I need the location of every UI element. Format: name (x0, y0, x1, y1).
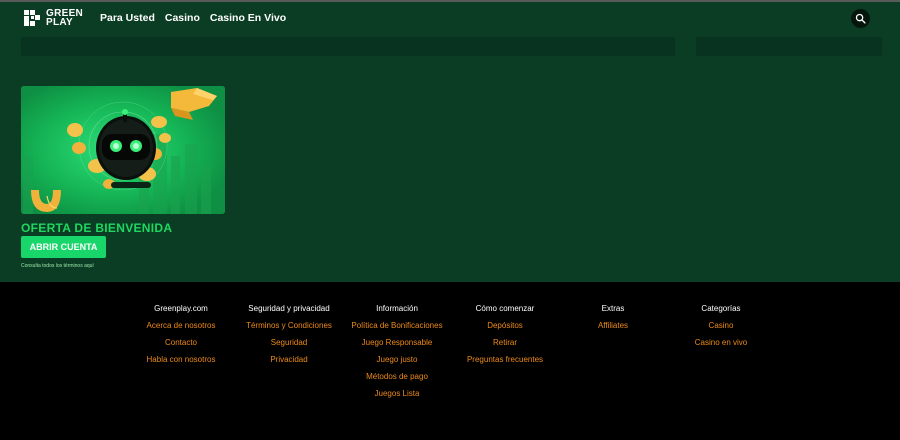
footer-link-juegos-lista[interactable]: Juegos Lista (337, 389, 457, 406)
footer-column-info: Información Política de Bonificaciones J… (337, 304, 457, 406)
footer-link-habla[interactable]: Habla con nosotros (121, 355, 241, 372)
footer-link-privacidad[interactable]: Privacidad (229, 355, 349, 372)
footer-column-title: Información (376, 304, 418, 313)
footer-link-metodos-pago[interactable]: Métodos de pago (337, 372, 457, 389)
footer-link-bonificaciones[interactable]: Política de Bonificaciones (337, 321, 457, 338)
nav-link-casino[interactable]: Casino (165, 12, 200, 24)
nav-link-para-usted[interactable]: Para Usted (100, 12, 155, 24)
search-button[interactable] (851, 9, 870, 28)
footer-column-security: Seguridad y privacidad Términos y Condic… (229, 304, 349, 372)
footer-link-affiliates[interactable]: Affiliates (553, 321, 673, 338)
footer-link-retirar[interactable]: Retirar (445, 338, 565, 355)
footer-column-title: Categorías (701, 304, 741, 313)
logo-wordmark: GREEN PLAY (46, 9, 86, 28)
terms-link[interactable]: Consulta todos los términos aquí (21, 263, 94, 269)
site-footer: Greenplay.com Acerca de nosotros Contact… (0, 282, 900, 440)
footer-link-seguridad[interactable]: Seguridad (229, 338, 349, 355)
logo-text-play: PLAY (46, 17, 73, 28)
placeholder-side-bar (696, 37, 882, 56)
top-navigation: GREEN PLAY Para Usted Casino Casino En V… (0, 2, 900, 34)
footer-column-title: Greenplay.com (154, 304, 208, 313)
footer-link-casino[interactable]: Casino (661, 321, 781, 338)
welcome-offer-title: OFERTA DE BIENVENIDA (21, 221, 173, 235)
logo-mark-icon (24, 10, 40, 26)
footer-link-contacto[interactable]: Contacto (121, 338, 241, 355)
search-icon (855, 13, 866, 24)
footer-link-depositos[interactable]: Depósitos (445, 321, 565, 338)
welcome-offer-image[interactable] (21, 86, 225, 214)
footer-column-greenplay: Greenplay.com Acerca de nosotros Contact… (121, 304, 241, 372)
footer-link-terminos[interactable]: Términos y Condiciones (229, 321, 349, 338)
footer-link-acerca[interactable]: Acerca de nosotros (121, 321, 241, 338)
footer-link-casino-en-vivo[interactable]: Casino en vivo (661, 338, 781, 355)
open-account-button[interactable]: ABRIR CUENTA (21, 236, 106, 258)
footer-column-start: Cómo comenzar Depósitos Retirar Pregunta… (445, 304, 565, 372)
placeholder-banner-bar (21, 37, 675, 56)
footer-column-categories: Categorías Casino Casino en vivo (661, 304, 781, 355)
footer-link-faq[interactable]: Preguntas frecuentes (445, 355, 565, 372)
footer-column-title: Cómo comenzar (475, 304, 535, 313)
footer-link-juego-responsable[interactable]: Juego Responsable (337, 338, 457, 355)
nav-link-casino-en-vivo[interactable]: Casino En Vivo (210, 12, 286, 24)
footer-column-extras: Extras Affiliates (553, 304, 673, 338)
footer-column-title: Seguridad y privacidad (248, 304, 330, 313)
footer-column-title: Extras (601, 304, 625, 313)
greenplay-logo[interactable]: GREEN PLAY (22, 7, 86, 29)
footer-link-juego-justo[interactable]: Juego justo (337, 355, 457, 372)
